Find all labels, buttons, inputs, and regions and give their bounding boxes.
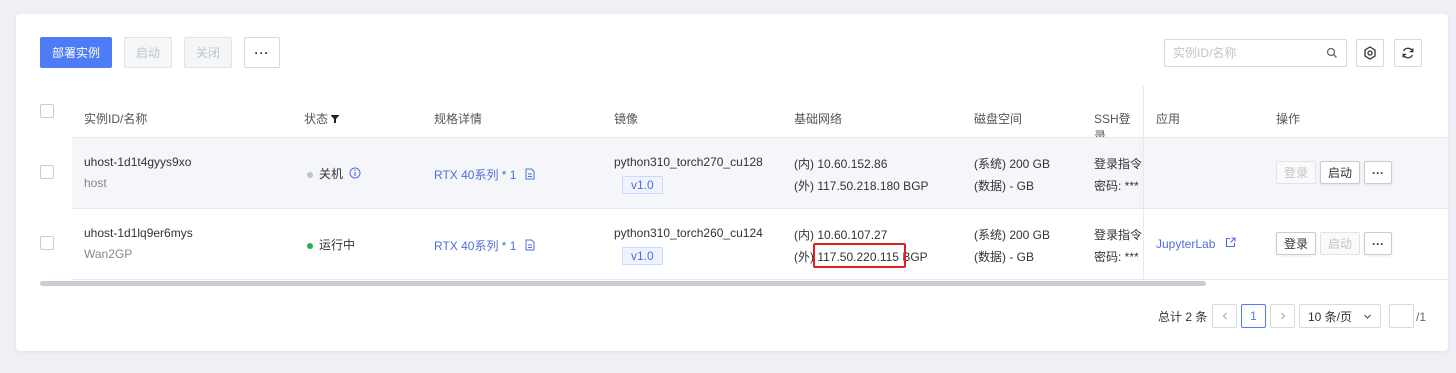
refresh-icon <box>1402 47 1414 59</box>
header-status[interactable]: 状态 <box>304 110 340 127</box>
search-box[interactable] <box>1164 39 1347 67</box>
ssh-password: 密码: *** <box>1094 250 1139 264</box>
external-link-icon[interactable] <box>1225 237 1236 248</box>
search-input[interactable] <box>1173 46 1326 60</box>
instance-id[interactable]: uhost-1d1lq9er6mys <box>84 226 193 240</box>
table-row <box>72 138 1448 208</box>
page-size-label: 10 条/页 <box>1308 309 1353 324</box>
network-inner: (内) 10.60.107.27 <box>794 228 888 242</box>
deploy-instance-button[interactable]: 部署实例 <box>40 37 112 68</box>
spec-label: RTX 40系列 * 1 <box>434 168 517 182</box>
start-instance-button[interactable]: 启动 <box>1320 161 1360 184</box>
select-all-checkbox[interactable] <box>40 104 54 118</box>
prev-page-button[interactable] <box>1212 304 1237 328</box>
status-cell: 关机 <box>307 165 361 182</box>
disk-data: (数据) - GB <box>974 250 1034 264</box>
header-actions: 操作 <box>1276 112 1301 126</box>
login-button[interactable]: 登录 <box>1276 161 1316 184</box>
ip-highlight-box <box>813 243 906 268</box>
settings-button[interactable] <box>1356 39 1384 67</box>
chevron-down-icon <box>1364 314 1371 319</box>
network-outer-prefix: (外) <box>794 250 814 264</box>
disk-system: (系统) 200 GB <box>974 157 1051 171</box>
document-icon[interactable] <box>525 239 535 251</box>
login-button[interactable]: 登录 <box>1276 232 1316 255</box>
ssh-command: 登录指令: <box>1094 228 1142 242</box>
row-checkbox[interactable] <box>40 236 54 250</box>
page-jump-input[interactable] <box>1389 304 1414 328</box>
start-button[interactable]: 启动 <box>124 37 172 68</box>
row-more-button[interactable]: ··· <box>1364 161 1392 184</box>
info-icon[interactable] <box>349 167 361 179</box>
current-page-button[interactable]: 1 <box>1241 304 1266 328</box>
chevron-left-icon <box>1222 312 1227 320</box>
header-instance: 实例ID/名称 <box>84 112 148 126</box>
status-label: 运行中 <box>319 238 356 252</box>
document-icon[interactable] <box>525 168 535 180</box>
image-version-tag: v1.0 <box>622 247 663 265</box>
row-checkbox[interactable] <box>40 165 54 179</box>
spec-label: RTX 40系列 * 1 <box>434 239 517 253</box>
refresh-button[interactable] <box>1394 39 1422 67</box>
header-disk: 磁盘空间 <box>974 112 1023 126</box>
header-image: 镜像 <box>614 112 639 126</box>
header-app: 应用 <box>1156 112 1181 126</box>
header-network: 基础网络 <box>794 112 843 126</box>
status-cell: 运行中 <box>307 236 355 253</box>
horizontal-scrollbar[interactable] <box>40 281 1206 286</box>
status-dot <box>307 171 313 178</box>
filter-icon[interactable] <box>330 114 340 124</box>
instance-card: 部署实例 启动 关闭 ··· 实例ID/名称 状态 规格详情 镜像 基础网络 磁… <box>16 14 1448 351</box>
row-divider <box>72 208 1448 209</box>
status-label: 关机 <box>319 167 344 181</box>
image-version-tag: v1.0 <box>622 176 663 194</box>
app-label: JupyterLab <box>1156 237 1216 251</box>
ssh-command: 登录指令: <box>1094 157 1142 171</box>
gear-icon <box>1364 46 1376 60</box>
header-spec: 规格详情 <box>434 112 483 126</box>
shutdown-button[interactable]: 关闭 <box>184 37 232 68</box>
page-size-select[interactable]: 10 条/页 <box>1299 304 1381 328</box>
status-dot <box>307 242 313 249</box>
image-name: python310_torch270_cu128 <box>614 155 763 169</box>
next-page-button[interactable] <box>1270 304 1295 328</box>
fixed-column-divider <box>1143 86 1144 280</box>
row-divider <box>72 279 1448 280</box>
disk-data: (数据) - GB <box>974 179 1034 193</box>
total-count: 总计 2 条 <box>1158 310 1208 324</box>
disk-system: (系统) 200 GB <box>974 228 1051 242</box>
search-icon[interactable] <box>1326 47 1338 59</box>
spec-link[interactable]: RTX 40系列 * 1 <box>434 166 535 183</box>
network-outer-suffix: BGP <box>902 250 928 264</box>
network-outer: (外) 117.50.218.180 BGP <box>794 179 929 193</box>
header-status-label: 状态 <box>304 112 329 126</box>
instance-name: Wan2GP <box>84 247 133 261</box>
start-instance-button[interactable]: 启动 <box>1320 232 1360 255</box>
more-actions-button[interactable]: ··· <box>244 37 280 68</box>
image-name: python310_torch260_cu124 <box>614 226 763 240</box>
instance-id[interactable]: uhost-1d1t4gyys9xo <box>84 155 191 169</box>
chevron-right-icon <box>1280 312 1285 320</box>
row-more-button[interactable]: ··· <box>1364 232 1392 255</box>
spec-link[interactable]: RTX 40系列 * 1 <box>434 237 535 254</box>
ssh-password: 密码: *** <box>1094 179 1139 193</box>
instance-name: host <box>84 176 107 190</box>
total-pages: /1 <box>1416 310 1427 324</box>
network-inner: (内) 10.60.152.86 <box>794 157 888 171</box>
app-link[interactable]: JupyterLab <box>1156 237 1236 251</box>
